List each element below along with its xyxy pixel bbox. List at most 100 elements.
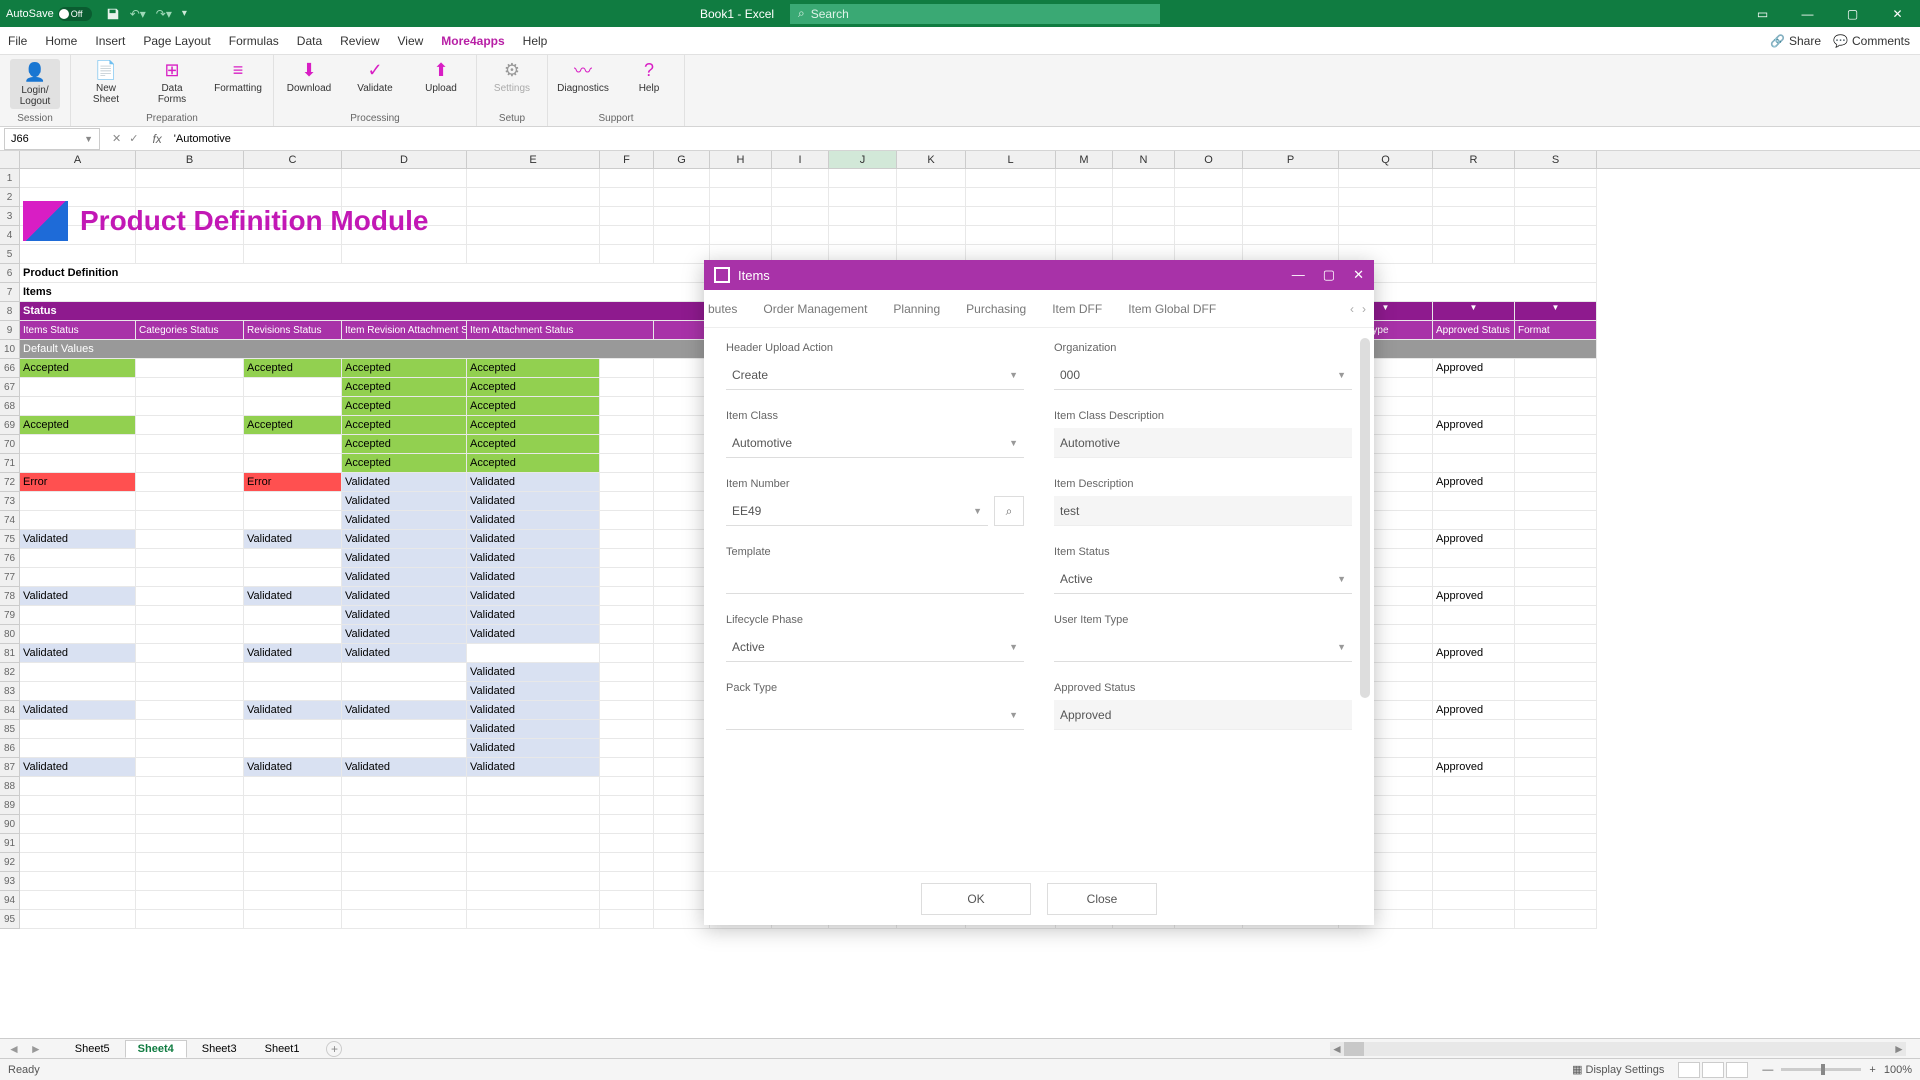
cell[interactable] — [654, 207, 710, 226]
share-button[interactable]: 🔗 Share — [1770, 34, 1821, 48]
cell[interactable] — [136, 891, 244, 910]
row-header[interactable]: 4 — [0, 226, 20, 245]
cell[interactable] — [1515, 587, 1597, 606]
cell[interactable] — [244, 378, 342, 397]
cell[interactable] — [1515, 872, 1597, 891]
cell[interactable] — [1433, 796, 1515, 815]
cell[interactable] — [136, 663, 244, 682]
cell[interactable] — [600, 758, 654, 777]
cell[interactable]: Approved — [1433, 644, 1515, 663]
cell[interactable] — [467, 910, 600, 929]
row-header[interactable]: 6 — [0, 264, 20, 283]
cell[interactable] — [136, 682, 244, 701]
cell[interactable]: Accepted — [467, 359, 600, 378]
cell[interactable]: Validated — [467, 511, 600, 530]
lifecycle-phase-dropdown[interactable]: Active▼ — [726, 632, 1024, 662]
cell[interactable] — [600, 397, 654, 416]
cell[interactable] — [1515, 777, 1597, 796]
tab-formulas[interactable]: Formulas — [229, 34, 279, 48]
cell[interactable] — [20, 815, 136, 834]
cell[interactable] — [1515, 530, 1597, 549]
cell[interactable] — [20, 606, 136, 625]
cell[interactable] — [244, 720, 342, 739]
cell[interactable] — [1433, 625, 1515, 644]
row-header[interactable]: 88 — [0, 777, 20, 796]
row-header[interactable]: 72 — [0, 473, 20, 492]
sheet-tab[interactable]: Sheet4 — [125, 1040, 187, 1058]
cell[interactable] — [1433, 397, 1515, 416]
cell[interactable] — [20, 739, 136, 758]
item-desc-field[interactable]: test — [1054, 496, 1352, 526]
cell[interactable] — [654, 245, 710, 264]
cell[interactable] — [20, 454, 136, 473]
row-header[interactable]: 77 — [0, 568, 20, 587]
pack-type-dropdown[interactable]: ▼ — [726, 700, 1024, 730]
tab-home[interactable]: Home — [45, 34, 77, 48]
cell[interactable] — [600, 625, 654, 644]
dialog-titlebar[interactable]: Items — ▢ ✕ — [704, 260, 1374, 290]
cell[interactable] — [342, 796, 467, 815]
item-number-search-button[interactable]: ⌕ — [994, 496, 1024, 526]
display-settings[interactable]: ▦ Display Settings — [1572, 1063, 1664, 1076]
tab-page-layout[interactable]: Page Layout — [143, 34, 210, 48]
row-header[interactable]: 73 — [0, 492, 20, 511]
cell[interactable] — [20, 910, 136, 929]
cell[interactable] — [467, 777, 600, 796]
cell[interactable] — [1515, 397, 1597, 416]
row-header[interactable]: 9 — [0, 321, 20, 340]
cell[interactable] — [1515, 473, 1597, 492]
cell[interactable] — [1515, 720, 1597, 739]
cell[interactable]: Revisions Status — [244, 321, 342, 340]
cell[interactable] — [467, 872, 600, 891]
column-header[interactable]: M — [1056, 151, 1113, 168]
cell[interactable] — [654, 587, 710, 606]
cell[interactable] — [772, 169, 829, 188]
cell[interactable]: Validated — [20, 701, 136, 720]
row-header[interactable]: 83 — [0, 682, 20, 701]
cell[interactable]: Accepted — [244, 359, 342, 378]
cell[interactable] — [1056, 207, 1113, 226]
cell[interactable] — [244, 511, 342, 530]
cell[interactable]: Validated — [342, 511, 467, 530]
cell[interactable]: Validated — [467, 606, 600, 625]
cell[interactable] — [772, 188, 829, 207]
cell[interactable] — [1515, 378, 1597, 397]
cell[interactable] — [467, 891, 600, 910]
cell[interactable] — [1243, 226, 1339, 245]
cell[interactable] — [654, 625, 710, 644]
cell[interactable] — [1113, 226, 1175, 245]
cell[interactable] — [1113, 207, 1175, 226]
cell[interactable] — [1433, 777, 1515, 796]
cell[interactable] — [654, 188, 710, 207]
cell[interactable] — [1515, 796, 1597, 815]
redo-icon[interactable]: ↷▾ — [156, 7, 172, 21]
cell[interactable] — [1175, 169, 1243, 188]
dialog-tab-next-icon[interactable]: › — [1362, 302, 1366, 316]
cell[interactable] — [342, 739, 467, 758]
cell[interactable] — [244, 492, 342, 511]
cell[interactable] — [1515, 834, 1597, 853]
cell[interactable]: Approved — [1433, 530, 1515, 549]
close-button[interactable]: ✕ — [1875, 0, 1920, 27]
cell[interactable]: Validated — [467, 758, 600, 777]
cell[interactable] — [136, 777, 244, 796]
row-header[interactable]: 75 — [0, 530, 20, 549]
tab-data[interactable]: Data — [297, 34, 322, 48]
cell[interactable] — [710, 188, 772, 207]
sheet-tab[interactable]: Sheet3 — [189, 1040, 250, 1058]
cell[interactable]: Validated — [467, 720, 600, 739]
cell[interactable] — [244, 454, 342, 473]
maximize-button[interactable]: ▢ — [1830, 0, 1875, 27]
row-header[interactable]: 66 — [0, 359, 20, 378]
cell[interactable] — [1175, 188, 1243, 207]
cell[interactable] — [600, 606, 654, 625]
cell[interactable] — [600, 416, 654, 435]
cell[interactable] — [772, 226, 829, 245]
cell[interactable] — [136, 720, 244, 739]
ribbon-upload-button[interactable]: ⬆Upload — [416, 59, 466, 94]
cell[interactable] — [20, 796, 136, 815]
cell[interactable] — [467, 815, 600, 834]
cell[interactable]: Validated — [342, 701, 467, 720]
cell[interactable]: Accepted — [467, 397, 600, 416]
cell[interactable] — [654, 682, 710, 701]
